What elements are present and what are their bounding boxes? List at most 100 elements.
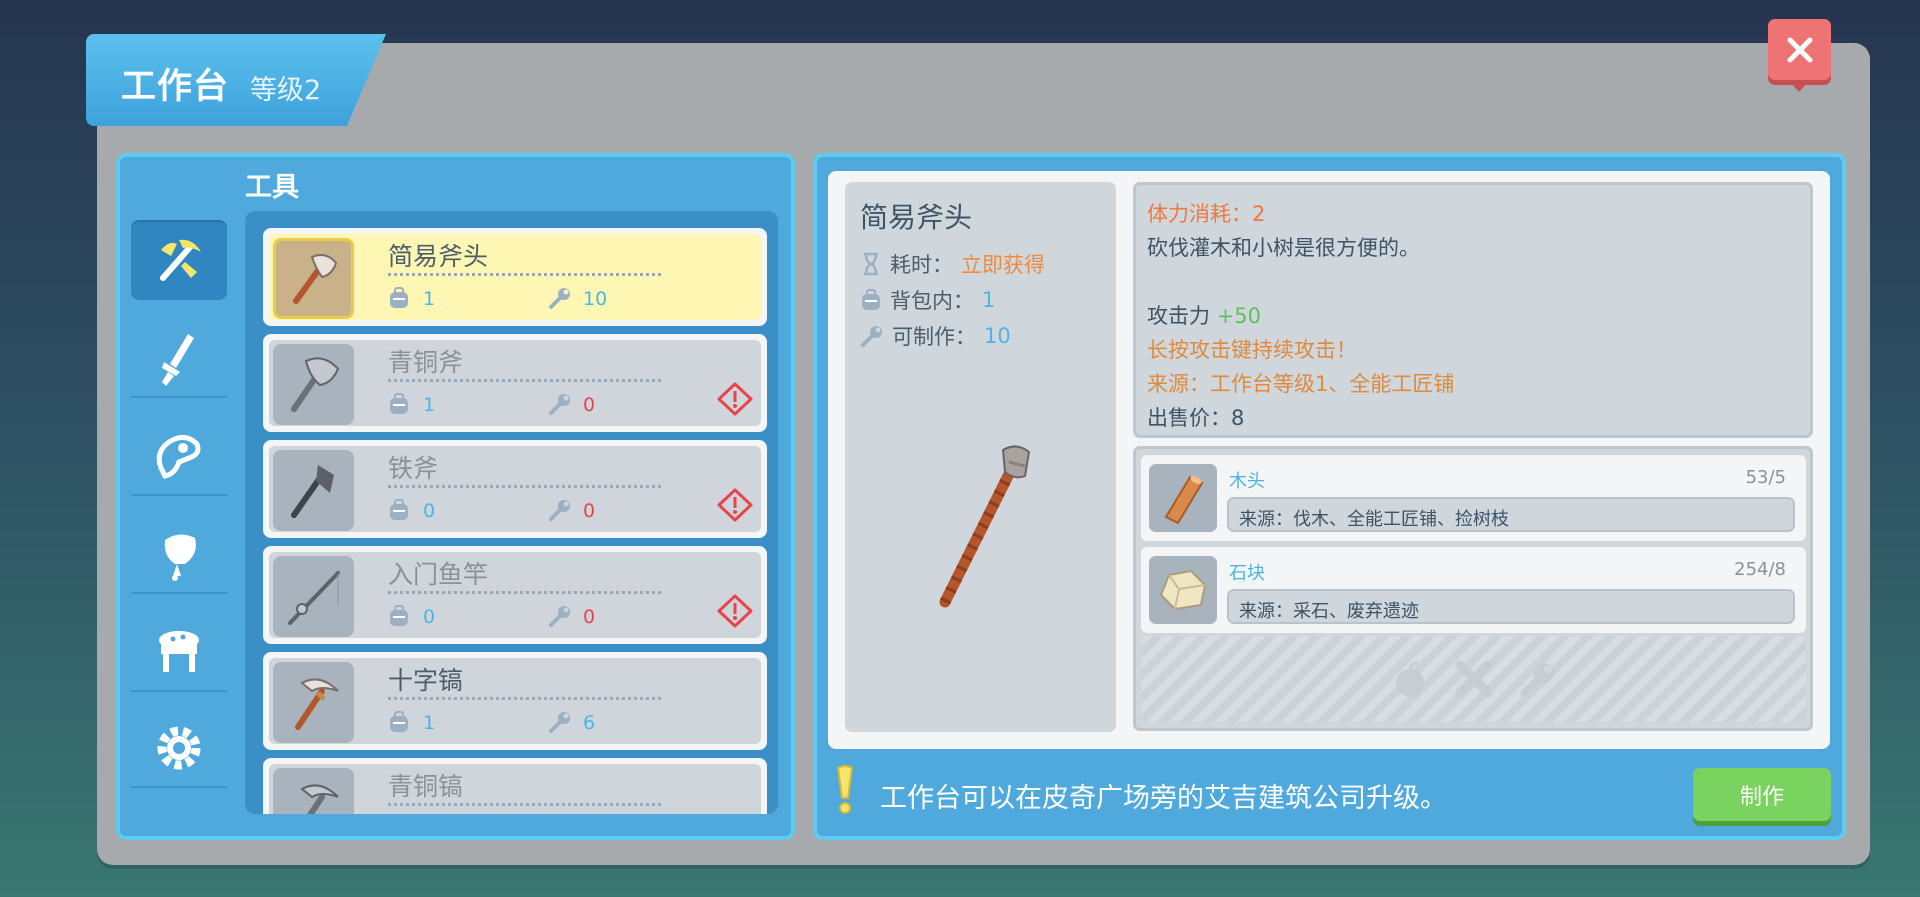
simple-axe-preview-icon — [939, 445, 1031, 608]
dotted-divider — [388, 697, 661, 700]
category-weapons[interactable] — [131, 318, 227, 398]
pickaxe-icon — [294, 677, 339, 730]
wrench-icon — [549, 500, 570, 521]
list-item-pickaxe[interactable]: 十字镐 1 6 — [263, 652, 767, 750]
bag-row: 背包内： 1 — [860, 285, 995, 315]
craftable-row: 可制作： 10 — [860, 321, 1011, 351]
dotted-divider — [388, 803, 661, 806]
furniture-icon — [159, 631, 199, 672]
bag-label: 背包内： — [890, 289, 974, 313]
bag-value: 1 — [982, 288, 996, 312]
bag-count: 0 — [423, 500, 436, 522]
recipe-list: 简易斧头 1 10 青铜斧 1 0 铁斧 0 0 入门鱼竿 0 0 十字镐 1 … — [245, 211, 778, 814]
cross-icon — [1455, 660, 1492, 698]
window-title: 工作台 — [121, 67, 230, 107]
bronze-axe-icon — [290, 356, 339, 412]
craft-time-label: 耗时： — [890, 253, 953, 277]
wood-log-icon — [1164, 475, 1204, 525]
item-source: 来源：工作台等级1、全能工匠铺 — [1147, 372, 1455, 396]
item-name: 青铜镐 — [388, 772, 464, 801]
backpack-icon — [390, 287, 408, 308]
fishing-rod-icon — [287, 570, 340, 625]
dotted-divider — [388, 379, 661, 382]
attack-row: 攻击力 +50 — [1147, 300, 1261, 330]
material-slot-empty — [1141, 636, 1806, 722]
list-item-beginner-rod[interactable]: 入门鱼竿 0 0 — [263, 546, 767, 644]
attack-label: 攻击力 — [1147, 304, 1210, 328]
warning-icon[interactable] — [717, 382, 753, 416]
material-thumbnail — [1149, 464, 1217, 532]
item-name: 铁斧 — [388, 454, 439, 483]
wrench-icon — [549, 288, 570, 309]
iron-axe-icon — [290, 464, 334, 518]
backpack-icon — [390, 393, 408, 414]
craftable-count: 10 — [583, 288, 608, 310]
backpack-icon — [390, 605, 408, 626]
dotted-divider — [388, 273, 661, 276]
craft-time-row: 耗时： 立即获得 — [860, 249, 1045, 279]
list-item-iron-axe[interactable]: 铁斧 0 0 — [263, 440, 767, 538]
close-button-tail — [1790, 82, 1808, 92]
category-food[interactable] — [131, 514, 227, 594]
backpack-icon — [862, 289, 880, 310]
material-source: 来源：伐木、全能工匠铺、捡树枝 — [1227, 497, 1795, 532]
craft-time-value: 立即获得 — [961, 253, 1045, 277]
bag-count: 1 — [423, 712, 436, 734]
material-count: 53/5 — [1745, 467, 1786, 488]
hourglass-icon — [864, 252, 878, 276]
list-item-bronze-axe[interactable]: 青铜斧 1 0 — [263, 334, 767, 432]
make-button[interactable]: 制作 — [1693, 768, 1831, 821]
simple-axe-icon — [292, 253, 337, 304]
item-thumbnail — [273, 556, 354, 637]
material-row-stone[interactable]: 石块 254/8 来源：采石、废弃遗迹 — [1141, 547, 1806, 633]
bag-count: 0 — [423, 606, 436, 628]
item-name: 青铜斧 — [388, 348, 464, 377]
apple-icon — [1395, 661, 1424, 697]
category-medical[interactable] — [131, 416, 227, 496]
gear-icon — [157, 726, 201, 770]
wrench-icon — [861, 326, 882, 347]
stamina-cost: 体力消耗：2 — [1147, 202, 1266, 226]
upgrade-hint: 工作台可以在皮奇广场旁的艾吉建筑公司升级。 — [880, 783, 1447, 814]
wrench-icon — [549, 394, 570, 415]
material-row-wood[interactable]: 木头 53/5 来源：伐木、全能工匠铺、捡树枝 — [1141, 455, 1806, 541]
sell-price: 出售价：8 — [1147, 406, 1245, 430]
dotted-divider — [388, 591, 661, 594]
category-tools[interactable] — [131, 220, 227, 300]
list-item-bronze-pickaxe[interactable]: 青铜镐 — [263, 758, 767, 814]
material-name: 石块 — [1229, 563, 1265, 584]
category-furniture[interactable] — [131, 612, 227, 692]
material-name: 木头 — [1229, 471, 1265, 492]
dotted-divider — [388, 485, 661, 488]
craftable-count: 0 — [583, 606, 596, 628]
close-button[interactable] — [1768, 19, 1831, 92]
item-thumbnail — [273, 662, 354, 743]
detail-item-name: 简易斧头 — [860, 201, 973, 234]
wrench-icon — [549, 606, 570, 627]
material-source: 来源：采石、废弃遗迹 — [1227, 589, 1795, 624]
craftable-value: 10 — [984, 324, 1011, 348]
exclamation-icon — [836, 765, 854, 814]
bag-count: 1 — [423, 288, 436, 310]
category-settings[interactable] — [131, 708, 227, 788]
craftable-label: 可制作： — [892, 325, 976, 349]
craftable-count: 6 — [583, 712, 596, 734]
material-count: 254/8 — [1734, 559, 1786, 580]
close-icon — [1787, 37, 1812, 62]
bag-count: 1 — [423, 394, 436, 416]
warning-icon[interactable] — [717, 594, 753, 628]
sword-icon — [162, 334, 194, 386]
attack-value: +50 — [1216, 304, 1262, 328]
warning-icon[interactable] — [717, 488, 753, 522]
item-thumbnail — [273, 238, 354, 319]
list-item-simple-axe[interactable]: 简易斧头 1 10 — [263, 228, 767, 326]
pickaxe-axe-icon — [160, 239, 201, 281]
bronze-pickaxe-icon — [299, 783, 339, 814]
item-thumbnail — [273, 450, 354, 531]
item-thumbnail — [273, 344, 354, 425]
material-thumbnail — [1149, 556, 1217, 624]
category-title: 工具 — [245, 172, 299, 203]
food-icon — [164, 534, 196, 581]
item-thumbnail — [273, 768, 354, 814]
craftable-count: 0 — [583, 394, 596, 416]
